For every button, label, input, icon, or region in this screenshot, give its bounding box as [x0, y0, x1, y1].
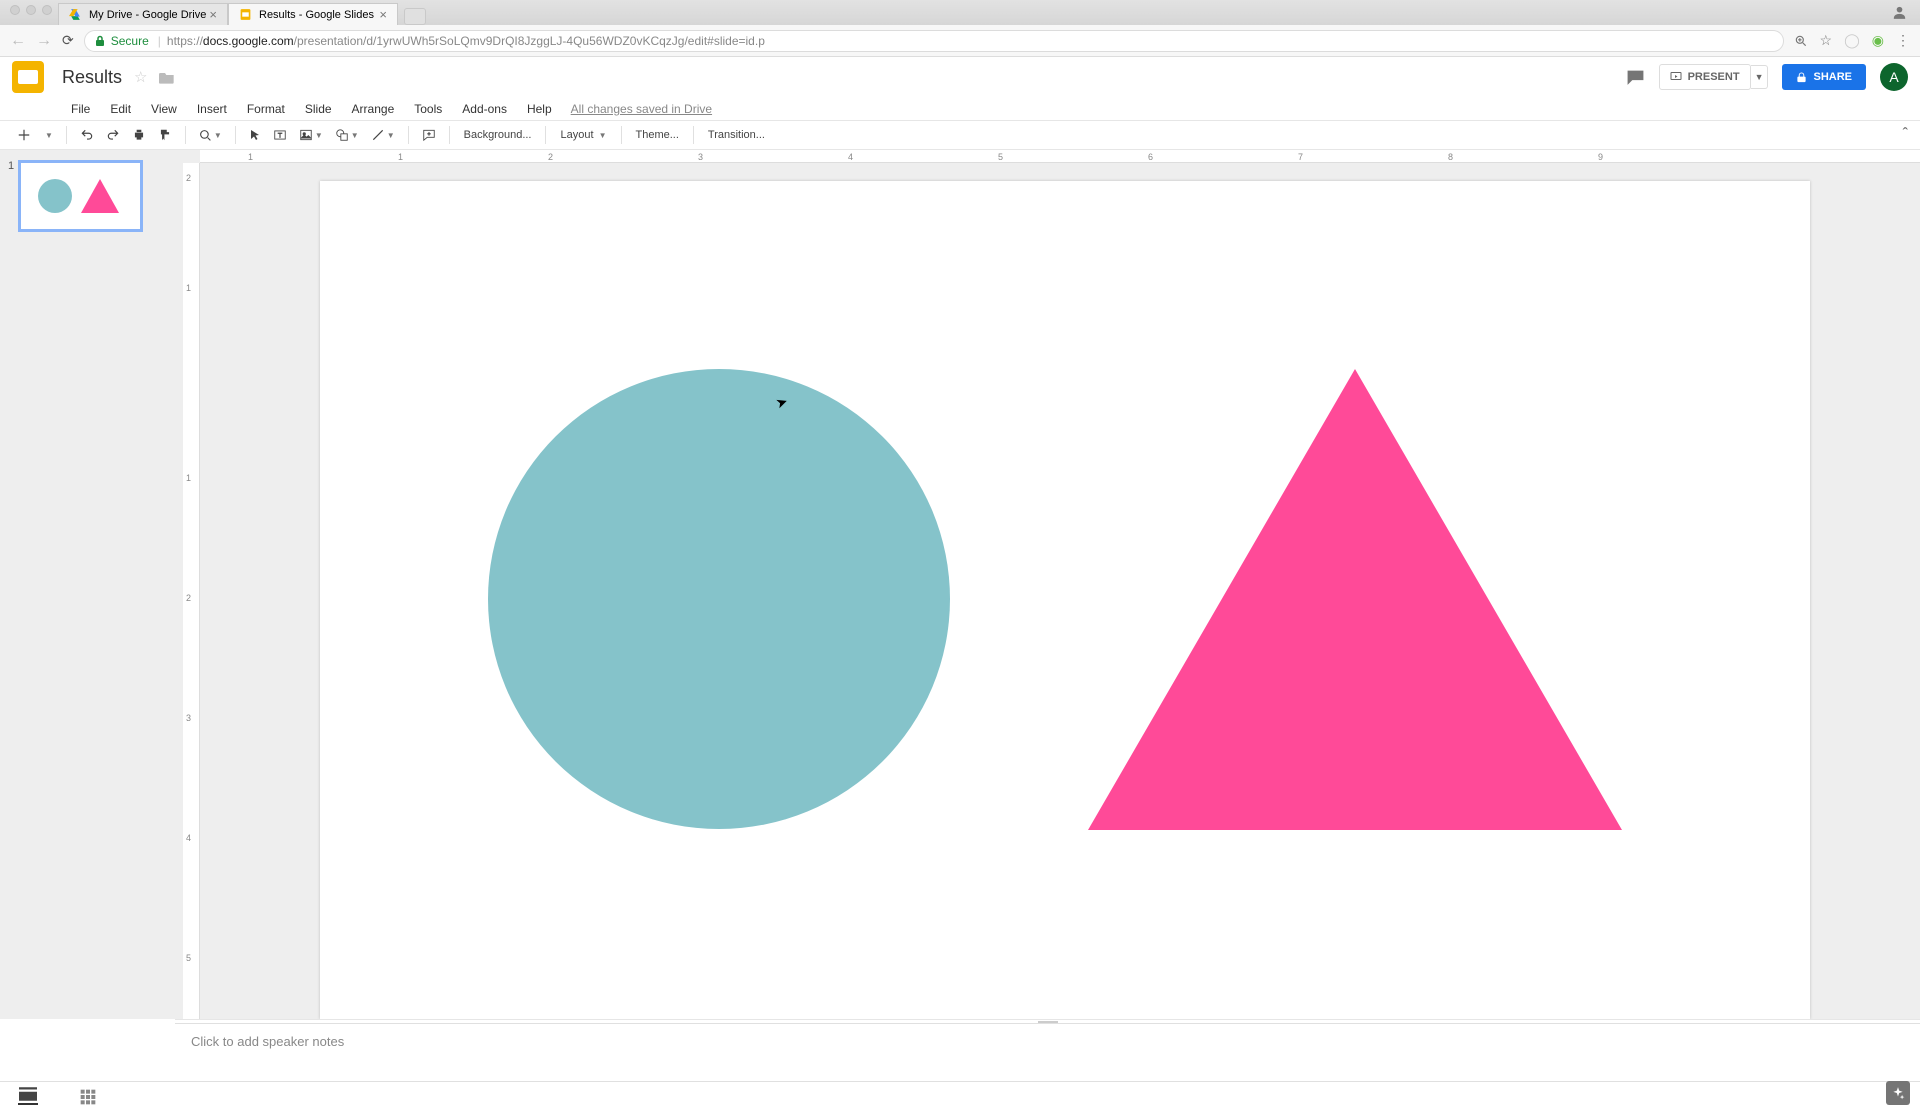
- save-status[interactable]: All changes saved in Drive: [571, 102, 712, 116]
- menu-kebab-icon[interactable]: ⋮: [1896, 32, 1910, 49]
- filmstrip-panel[interactable]: 1: [0, 150, 183, 1019]
- close-icon[interactable]: ×: [379, 7, 387, 22]
- thumb-circle-shape: [38, 179, 72, 213]
- filmstrip-view-button[interactable]: [18, 1089, 38, 1105]
- menu-format[interactable]: Format: [238, 100, 294, 118]
- grid-view-button[interactable]: [78, 1089, 98, 1105]
- speaker-notes[interactable]: Click to add speaker notes: [175, 1023, 1920, 1081]
- menu-insert[interactable]: Insert: [188, 100, 236, 118]
- zoom-icon[interactable]: [1794, 34, 1808, 48]
- slide-stage[interactable]: ➤: [200, 163, 1920, 1019]
- undo-button[interactable]: [75, 125, 99, 145]
- share-button[interactable]: SHARE: [1782, 64, 1866, 90]
- collapse-toolbar-icon[interactable]: ˆ: [1903, 126, 1908, 144]
- zoom-button[interactable]: ▼: [194, 126, 227, 145]
- line-tool[interactable]: ▼: [366, 125, 400, 145]
- slide-thumbnail-1[interactable]: 1: [8, 160, 175, 232]
- address-bar-row: ← → ⟳ Secure | https://docs.google.com/p…: [0, 25, 1920, 57]
- image-tool[interactable]: ▼: [294, 125, 328, 145]
- browser-tab-bar: My Drive - Google Drive × Results - Goog…: [0, 0, 1920, 25]
- close-icon[interactable]: ×: [209, 7, 217, 22]
- url-text: https://docs.google.com/presentation/d/1…: [167, 34, 765, 48]
- browser-chrome: My Drive - Google Drive × Results - Goog…: [0, 0, 1920, 56]
- present-button[interactable]: PRESENT: [1659, 64, 1751, 90]
- mac-window-controls[interactable]: [10, 5, 52, 15]
- app-header: Results ☆ PRESENT ▼ SHARE A: [0, 56, 1920, 98]
- menu-bar: File Edit View Insert Format Slide Arran…: [0, 98, 1920, 120]
- addr-bar-actions: ☆ ◯ ◉ ⋮: [1794, 32, 1910, 49]
- new-slide-dropdown[interactable]: ▼: [38, 128, 58, 143]
- address-bar[interactable]: Secure | https://docs.google.com/present…: [84, 30, 1784, 52]
- select-tool[interactable]: [244, 125, 266, 145]
- slide-number: 1: [8, 160, 14, 232]
- paint-format-button[interactable]: [153, 125, 177, 145]
- new-tab-button[interactable]: [404, 8, 426, 25]
- thumbnail-preview[interactable]: [18, 160, 143, 232]
- shape-tool[interactable]: ▼: [330, 125, 364, 145]
- layout-button[interactable]: Layout ▼: [554, 126, 612, 144]
- present-dropdown[interactable]: ▼: [1751, 65, 1769, 89]
- apps-icon[interactable]: ◯: [1844, 32, 1860, 49]
- background-button[interactable]: Background...: [458, 126, 538, 144]
- textbox-tool[interactable]: [268, 125, 292, 145]
- forward-button[interactable]: →: [36, 32, 52, 50]
- drive-favicon: [69, 8, 82, 21]
- workspace: 1 1 1 2 3 4 5 6 7 8 9 2 1 1 2 3: [0, 150, 1920, 1019]
- triangle-shape[interactable]: [1088, 369, 1622, 830]
- bookmark-star-icon[interactable]: ☆: [1820, 32, 1833, 49]
- menu-arrange[interactable]: Arrange: [343, 100, 404, 118]
- browser-tab-drive[interactable]: My Drive - Google Drive ×: [58, 3, 228, 25]
- reload-button[interactable]: ⟳: [62, 32, 74, 49]
- transition-button[interactable]: Transition...: [702, 126, 771, 144]
- comments-icon[interactable]: [1626, 69, 1645, 85]
- new-slide-button[interactable]: [12, 125, 36, 145]
- theme-button[interactable]: Theme...: [630, 126, 685, 144]
- user-avatar[interactable]: A: [1880, 63, 1908, 91]
- slide-canvas[interactable]: ➤: [320, 181, 1810, 1019]
- move-folder-icon[interactable]: [159, 70, 175, 84]
- notes-placeholder: Click to add speaker notes: [191, 1034, 344, 1049]
- print-button[interactable]: [127, 125, 151, 145]
- menu-slide[interactable]: Slide: [296, 100, 341, 118]
- browser-tab-slides[interactable]: Results - Google Slides ×: [228, 3, 398, 25]
- footer-bar: [0, 1081, 1920, 1111]
- document-title[interactable]: Results: [62, 67, 122, 88]
- slides-favicon: [239, 8, 252, 21]
- extension-icon[interactable]: ◉: [1872, 32, 1884, 49]
- explore-button[interactable]: [1886, 1081, 1910, 1105]
- star-icon[interactable]: ☆: [134, 68, 147, 86]
- menu-help[interactable]: Help: [518, 100, 561, 118]
- circle-shape[interactable]: [488, 369, 950, 829]
- menu-view[interactable]: View: [142, 100, 186, 118]
- menu-tools[interactable]: Tools: [405, 100, 451, 118]
- tab-title: Results - Google Slides: [259, 9, 374, 21]
- menu-addons[interactable]: Add-ons: [453, 100, 516, 118]
- chrome-profile-icon[interactable]: [1891, 4, 1908, 21]
- back-button[interactable]: ←: [10, 32, 26, 50]
- menu-edit[interactable]: Edit: [101, 100, 140, 118]
- slides-logo-icon[interactable]: [12, 61, 44, 93]
- comment-tool[interactable]: [417, 125, 441, 145]
- lock-icon: [95, 35, 105, 47]
- tab-title: My Drive - Google Drive: [89, 9, 206, 21]
- vertical-ruler[interactable]: 2 1 1 2 3 4 5: [183, 163, 200, 1019]
- canvas-area: 1 1 2 3 4 5 6 7 8 9 2 1 1 2 3 4 5: [183, 150, 1920, 1019]
- thumb-triangle-shape: [81, 179, 119, 213]
- horizontal-ruler[interactable]: 1 1 2 3 4 5 6 7 8 9: [200, 150, 1920, 163]
- secure-label: Secure: [111, 34, 149, 48]
- toolbar: ▼ ▼ ▼ ▼ ▼ Background... Layout ▼ Theme..…: [0, 120, 1920, 150]
- redo-button[interactable]: [101, 125, 125, 145]
- menu-file[interactable]: File: [62, 100, 99, 118]
